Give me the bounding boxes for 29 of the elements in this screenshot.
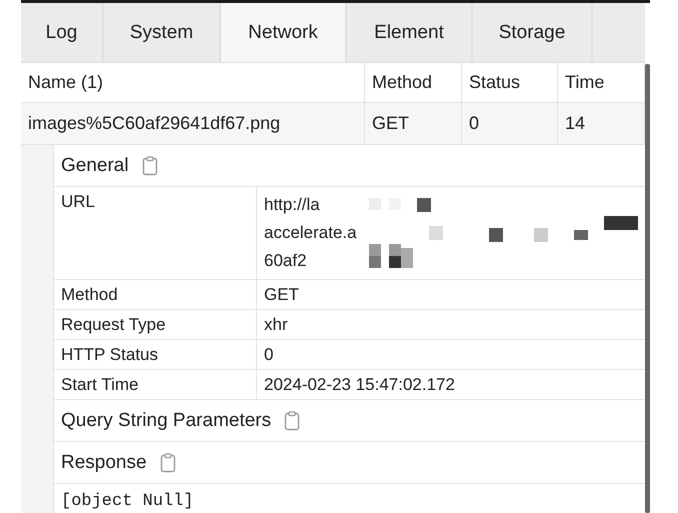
column-header[interactable]: Method <box>365 63 462 103</box>
field-value: 60af2 <box>264 250 307 272</box>
field-label: HTTP Status <box>54 340 257 369</box>
section-title[interactable]: General <box>61 154 129 176</box>
field-label: Request Type <box>54 310 257 339</box>
field-label: Method <box>54 280 257 309</box>
clipboard-icon[interactable] <box>142 156 158 176</box>
column-header[interactable]: Time <box>558 63 645 103</box>
column-header[interactable]: Name (1) <box>21 63 365 103</box>
tab[interactable]: Network <box>221 3 347 62</box>
response-body: [object Null] <box>60 491 195 513</box>
field-value: 0 <box>264 344 274 366</box>
field-label: Start Time <box>54 370 257 399</box>
field-value: xhr <box>264 314 288 336</box>
clipboard-icon[interactable] <box>284 410 300 430</box>
field-value: 2024-02-23 15:47:02.172 <box>264 374 455 396</box>
field-value: accelerate.a <box>264 222 357 244</box>
table-cell[interactable]: 0 <box>462 103 558 145</box>
clipboard-icon[interactable] <box>160 452 176 472</box>
field-value: http://la <box>264 194 320 216</box>
section-title[interactable]: Query String Parameters <box>61 410 272 432</box>
section-title[interactable]: Response <box>61 452 147 474</box>
table-cell[interactable]: 14 <box>558 103 645 145</box>
column-header[interactable]: Status <box>462 63 558 103</box>
table-cell[interactable]: GET <box>365 103 462 145</box>
field-label: URL <box>54 187 257 279</box>
scrollbar[interactable] <box>645 64 650 513</box>
field-value: GET <box>264 284 299 306</box>
table-cell[interactable]: images%5C60af29641df67.png <box>21 103 365 145</box>
